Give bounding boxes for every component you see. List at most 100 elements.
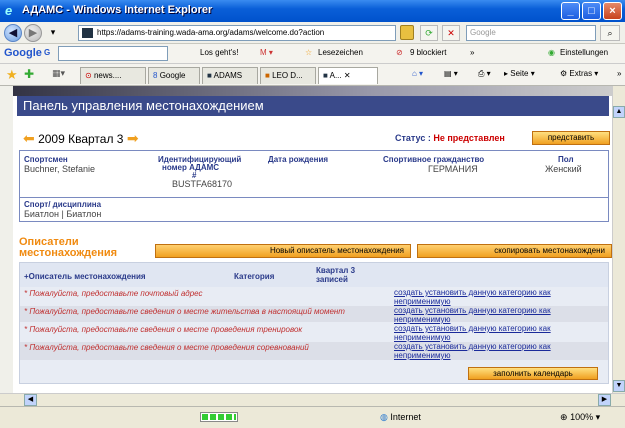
create-na-link[interactable]: создать установить данную категорию как … [394, 324, 604, 342]
athlete-name: Buchner, Stefanie [24, 164, 96, 174]
extras-menu[interactable]: ⚙ Extras ▾ [560, 69, 598, 78]
google-logo: Google [4, 47, 42, 59]
status-indicator: Статус : Не представлен [395, 133, 505, 143]
chevron-down-icon[interactable]: ▾ [596, 412, 601, 422]
left-border [0, 86, 13, 393]
submit-button[interactable]: представить [532, 131, 610, 145]
tab-active[interactable]: ■ A... ✕ [318, 67, 378, 84]
bookmarks-menu[interactable]: Lesezeichen [318, 48, 363, 57]
tab-leo[interactable]: ■ LEO D... [260, 67, 316, 84]
header-banner [13, 86, 612, 96]
url-input[interactable]: https://adams-training.wada-ama.org/adam… [78, 25, 396, 41]
zoom-control[interactable]: ⊕ 100% ▾ [560, 412, 600, 423]
print-icon[interactable]: ⎙ ▾ [478, 69, 491, 79]
status-badge: Не представлен [433, 133, 505, 143]
next-quarter-icon[interactable]: ➡ [127, 130, 139, 146]
scroll-down-icon[interactable]: ▼ [613, 380, 625, 392]
copy-whereabouts-button[interactable]: скопировать местонахождени [417, 244, 612, 258]
id-header-line2: номер АДАМС [162, 163, 220, 172]
scroll-up-icon[interactable]: ▲ [613, 106, 625, 118]
adams-id: BUSTFA68170 [172, 179, 233, 189]
window-title-bar: e АДАМС - Windows Internet Explorer _ □ … [0, 0, 625, 22]
new-descriptor-button[interactable]: Новый описатель местонахождения [155, 244, 411, 258]
home-icon[interactable]: ⌂ ▾ [412, 69, 423, 78]
google-g-menu[interactable]: G [44, 48, 50, 57]
col-quarter-line1: Квартал 3 [316, 266, 356, 275]
tab-close-icon[interactable]: ✕ [344, 71, 351, 80]
quarter-row: ⬅ 2009 Квартал 3 ➡ Статус : Не представл… [17, 130, 610, 147]
vertical-scrollbar[interactable]: ▲ ▼ [612, 86, 625, 393]
google-go-button[interactable]: Los geht's! [200, 48, 238, 57]
tab-google[interactable]: 8 Google [148, 67, 200, 84]
history-dropdown-icon[interactable]: ▾ [46, 25, 60, 41]
toolbar-overflow-icon[interactable]: » [470, 48, 474, 57]
scroll-right-icon[interactable]: ▶ [598, 394, 611, 406]
athlete-info-box: Спортсмен Buchner, Stefanie Идентифициру… [19, 150, 609, 198]
browser-search-input[interactable]: Google [466, 25, 596, 41]
google-search-input[interactable] [58, 46, 168, 61]
tab-bar: ★ ✚ ▦▾ ⊙ news.... 8 Google ■ ADAMS ■ LEO… [0, 64, 625, 86]
row-message: * Пожалуйста, предоставьте сведения о ме… [24, 343, 309, 352]
quarter-label: 2009 Квартал 3 [38, 132, 124, 146]
quick-tabs-icon[interactable]: ▦▾ [52, 68, 65, 79]
prev-quarter-icon[interactable]: ⬅ [23, 130, 35, 146]
tab-adams[interactable]: ■ ADAMS [202, 67, 258, 84]
row-message: * Пожалуйста, предоставьте почтовый адре… [24, 289, 203, 298]
row-message: * Пожалуйста, предоставьте сведения о ме… [24, 307, 345, 316]
feeds-icon[interactable]: ▤ ▾ [444, 69, 458, 78]
col-descriptor[interactable]: +Описатель местонахождения [24, 272, 146, 281]
table-row: * Пожалуйста, предоставьте сведения о ме… [20, 342, 608, 360]
google-toolbar: Google G Los geht's! M ▾ ☆ Lesezeichen ⊘… [0, 44, 625, 64]
globe-icon: ◍ [380, 412, 388, 422]
table-header: +Описатель местонахождения Категория Ква… [20, 263, 608, 287]
sport-info-box: Спорт/ дисциплина Биатлон | Биатлон [19, 198, 609, 222]
create-na-link[interactable]: создать установить данную категорию как … [394, 342, 604, 360]
minimize-button[interactable]: _ [561, 2, 580, 20]
lock-icon[interactable] [400, 25, 414, 40]
col-category: Категория [234, 272, 275, 281]
sport-value: Биатлон | Биатлон [24, 209, 102, 219]
athlete-header: Спортсмен [24, 155, 68, 164]
horizontal-scrollbar[interactable]: ◀ ▶ [0, 393, 625, 406]
security-zone: ◍ Internet [380, 412, 421, 422]
window-title: АДАМС - Windows Internet Explorer [22, 4, 213, 16]
progress-bar [200, 412, 238, 422]
address-bar: ◀ ▶ ▾ https://adams-training.wada-ama.or… [0, 22, 625, 44]
col-quarter-line2: записей [316, 275, 348, 284]
gender-header: Пол [558, 155, 574, 164]
table-row: * Пожалуйста, предоставьте почтовый адре… [20, 288, 608, 306]
table-row: * Пожалуйста, предоставьте сведения о ме… [20, 306, 608, 324]
quarter-selector: ⬅ 2009 Квартал 3 ➡ [23, 130, 139, 147]
tab-news[interactable]: ⊙ news.... [80, 67, 146, 84]
create-na-link[interactable]: создать установить данную категорию как … [394, 288, 604, 306]
tab-overflow-icon[interactable]: » [617, 69, 621, 78]
search-icon[interactable]: ⌕ [600, 25, 620, 41]
ie-logo-icon: e [5, 3, 13, 18]
close-button[interactable]: × [603, 2, 622, 20]
table-row: * Пожалуйста, предоставьте сведения о ме… [20, 324, 608, 342]
refresh-button[interactable]: ⟳ [420, 25, 438, 41]
settings-menu[interactable]: Einstellungen [560, 48, 608, 57]
maximize-button[interactable]: □ [582, 2, 601, 20]
citizenship-header: Спортивное гражданство [383, 155, 485, 164]
descriptors-title: Описатели местонахождения [19, 236, 118, 259]
stop-button[interactable]: ✕ [442, 25, 460, 41]
page-menu[interactable]: ▸ Seite ▾ [504, 69, 535, 78]
settings-icon[interactable]: ◉ [548, 48, 555, 57]
popup-blocked-count[interactable]: 9 blockiert [410, 48, 446, 57]
row-message: * Пожалуйста, предоставьте сведения о ме… [24, 325, 303, 334]
citizenship-value: ГЕРМАНИЯ [428, 164, 478, 174]
forward-button[interactable]: ▶ [24, 24, 42, 42]
star-icon[interactable]: ☆ [305, 48, 312, 57]
zoom-icon: ⊕ [560, 412, 568, 422]
descriptors-table: +Описатель местонахождения Категория Ква… [19, 262, 609, 384]
create-na-link[interactable]: создать установить данную категорию как … [394, 306, 604, 324]
fill-calendar-button[interactable]: заполнить календарь [468, 367, 598, 380]
gmail-icon[interactable]: M ▾ [260, 48, 273, 57]
popup-blocker-icon: ⊘ [396, 48, 403, 57]
add-favorite-icon[interactable]: ✚ [24, 67, 34, 81]
back-button[interactable]: ◀ [4, 24, 22, 42]
scroll-left-icon[interactable]: ◀ [24, 394, 37, 406]
page-title: Панель управления местонахождением [17, 96, 609, 116]
favorites-star-icon[interactable]: ★ [6, 67, 18, 83]
